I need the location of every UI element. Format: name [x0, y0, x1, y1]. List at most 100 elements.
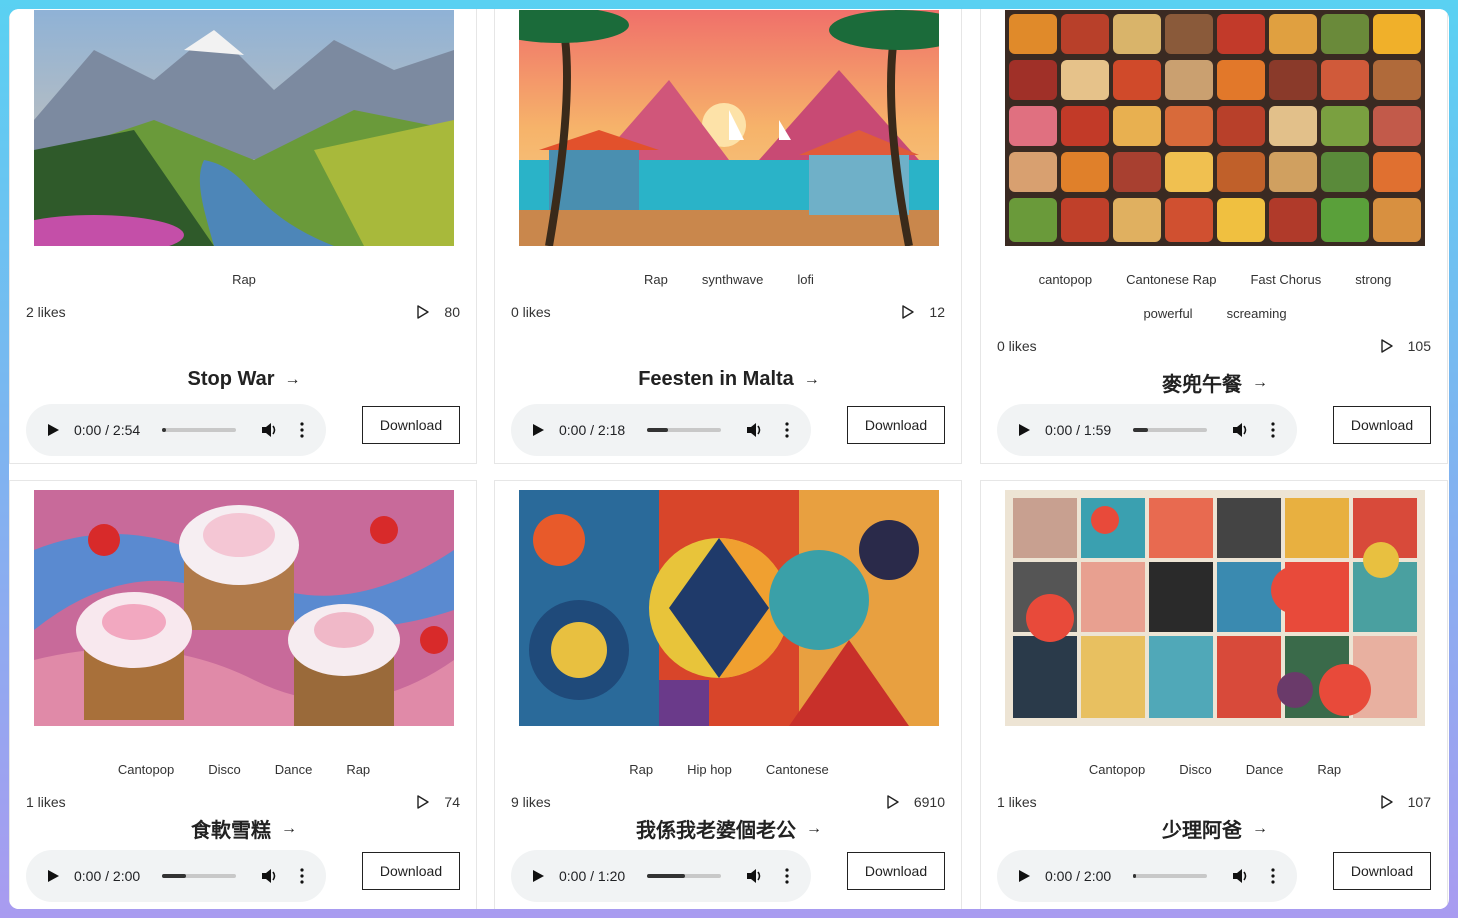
play-icon[interactable]: [1017, 869, 1031, 883]
arrow-right-icon[interactable]: →: [285, 371, 301, 389]
song-title[interactable]: 少理阿爸: [1162, 814, 1242, 843]
tag[interactable]: Rap: [644, 270, 668, 290]
song-title-link[interactable]: Stop War →: [10, 368, 478, 391]
arrow-right-icon[interactable]: →: [806, 820, 822, 838]
time-total: 2:00: [1083, 868, 1112, 884]
arrow-right-icon[interactable]: →: [804, 371, 820, 389]
tag[interactable]: Fast Chorus: [1250, 270, 1321, 290]
more-vertical-icon[interactable]: [1271, 868, 1275, 884]
play-outline-icon: [417, 305, 430, 319]
seek-slider[interactable]: [162, 874, 236, 878]
song-card: Rap synthwave lofi 0 likes 12 Feesten in…: [494, 9, 962, 464]
cover-image[interactable]: [1005, 490, 1425, 726]
song-title[interactable]: Feesten in Malta: [638, 368, 794, 391]
cover-image[interactable]: [519, 490, 939, 726]
likes-count: 0 likes: [997, 338, 1037, 354]
song-title-link[interactable]: 我係我老婆個老公 →: [495, 814, 963, 843]
download-button[interactable]: Download: [1333, 406, 1431, 444]
volume-icon[interactable]: [745, 421, 763, 439]
tag[interactable]: Cantopop: [1089, 760, 1145, 780]
download-button[interactable]: Download: [847, 852, 945, 890]
song-title-link[interactable]: 少理阿爸 →: [981, 814, 1449, 843]
time-current: 0:00: [559, 422, 587, 438]
seek-slider[interactable]: [647, 874, 721, 878]
song-title[interactable]: 食軟雪糕: [191, 814, 271, 843]
seek-slider[interactable]: [647, 428, 721, 432]
tag[interactable]: Cantopop: [118, 760, 174, 780]
play-icon[interactable]: [531, 869, 545, 883]
tag[interactable]: cantopop: [1039, 270, 1093, 290]
song-card: Rap Hip hop Cantonese 9 likes 6910 我係我老婆…: [494, 480, 962, 909]
audio-player: 0:00 / 2:54: [26, 404, 326, 456]
song-title-link[interactable]: 麥兜午餐 →: [981, 368, 1449, 397]
more-vertical-icon[interactable]: [1271, 422, 1275, 438]
volume-icon[interactable]: [260, 421, 278, 439]
song-title[interactable]: 我係我老婆個老公: [636, 814, 796, 843]
tag[interactable]: Cantonese: [766, 760, 829, 780]
audio-player: 0:00 / 1:20: [511, 850, 811, 902]
cover-image[interactable]: [34, 490, 454, 726]
volume-icon[interactable]: [745, 867, 763, 885]
play-count-value: 12: [929, 304, 945, 320]
volume-icon[interactable]: [1231, 867, 1249, 885]
download-button[interactable]: Download: [1333, 852, 1431, 890]
cover-image[interactable]: [34, 10, 454, 246]
download-button[interactable]: Download: [362, 852, 460, 890]
tag[interactable]: lofi: [797, 270, 814, 290]
time-current: 0:00: [559, 868, 587, 884]
play-count-value: 105: [1407, 338, 1431, 354]
more-vertical-icon[interactable]: [785, 422, 789, 438]
download-button[interactable]: Download: [362, 406, 460, 444]
seek-slider[interactable]: [1133, 428, 1207, 432]
cover-image[interactable]: [1005, 10, 1425, 246]
more-vertical-icon[interactable]: [785, 868, 789, 884]
arrow-right-icon[interactable]: →: [1252, 820, 1268, 838]
tag-list: Cantopop Disco Dance Rap: [981, 760, 1449, 780]
play-count: 74: [416, 794, 460, 810]
cover-image[interactable]: [519, 10, 939, 246]
arrow-right-icon[interactable]: →: [281, 820, 297, 838]
play-icon[interactable]: [1017, 423, 1031, 437]
time-current: 0:00: [74, 868, 102, 884]
seek-progress: [162, 874, 187, 878]
tag[interactable]: powerful: [1143, 304, 1192, 324]
song-title-link[interactable]: Feesten in Malta →: [495, 368, 963, 391]
play-icon[interactable]: [531, 423, 545, 437]
tag[interactable]: Rap: [629, 760, 653, 780]
tag[interactable]: screaming: [1227, 304, 1287, 324]
time-display: 0:00 / 1:59: [1045, 422, 1112, 438]
download-button[interactable]: Download: [847, 406, 945, 444]
time-total: 1:20: [597, 868, 626, 884]
audio-player: 0:00 / 2:00: [997, 850, 1297, 902]
tag[interactable]: Rap: [232, 270, 256, 290]
more-vertical-icon[interactable]: [300, 422, 304, 438]
play-icon[interactable]: [46, 423, 60, 437]
song-title[interactable]: 麥兜午餐: [1162, 368, 1242, 397]
play-icon[interactable]: [46, 869, 60, 883]
tag[interactable]: synthwave: [702, 270, 763, 290]
volume-icon[interactable]: [1231, 421, 1249, 439]
volume-icon[interactable]: [260, 867, 278, 885]
more-vertical-icon[interactable]: [300, 868, 304, 884]
tag[interactable]: Rap: [346, 760, 370, 780]
tag[interactable]: Disco: [1179, 760, 1212, 780]
tag[interactable]: Rap: [1317, 760, 1341, 780]
play-count-value: 80: [444, 304, 460, 320]
tag[interactable]: strong: [1355, 270, 1391, 290]
tag[interactable]: Dance: [1246, 760, 1284, 780]
tag[interactable]: Hip hop: [687, 760, 732, 780]
time-display: 0:00 / 2:00: [74, 868, 141, 884]
arrow-right-icon[interactable]: →: [1252, 374, 1268, 392]
play-count-value: 107: [1407, 794, 1431, 810]
tag-list: cantopop Cantonese Rap Fast Chorus stron…: [981, 270, 1449, 324]
song-title[interactable]: Stop War: [187, 368, 274, 391]
audio-player: 0:00 / 1:59: [997, 404, 1297, 456]
tag[interactable]: Cantonese Rap: [1126, 270, 1216, 290]
seek-slider[interactable]: [162, 428, 236, 432]
song-card: Cantopop Disco Dance Rap 1 likes 74 食軟雪糕…: [9, 480, 477, 909]
tag-list: Rap Hip hop Cantonese: [495, 760, 963, 780]
tag[interactable]: Disco: [208, 760, 241, 780]
tag[interactable]: Dance: [275, 760, 313, 780]
seek-slider[interactable]: [1133, 874, 1207, 878]
song-title-link[interactable]: 食軟雪糕 →: [10, 814, 478, 843]
